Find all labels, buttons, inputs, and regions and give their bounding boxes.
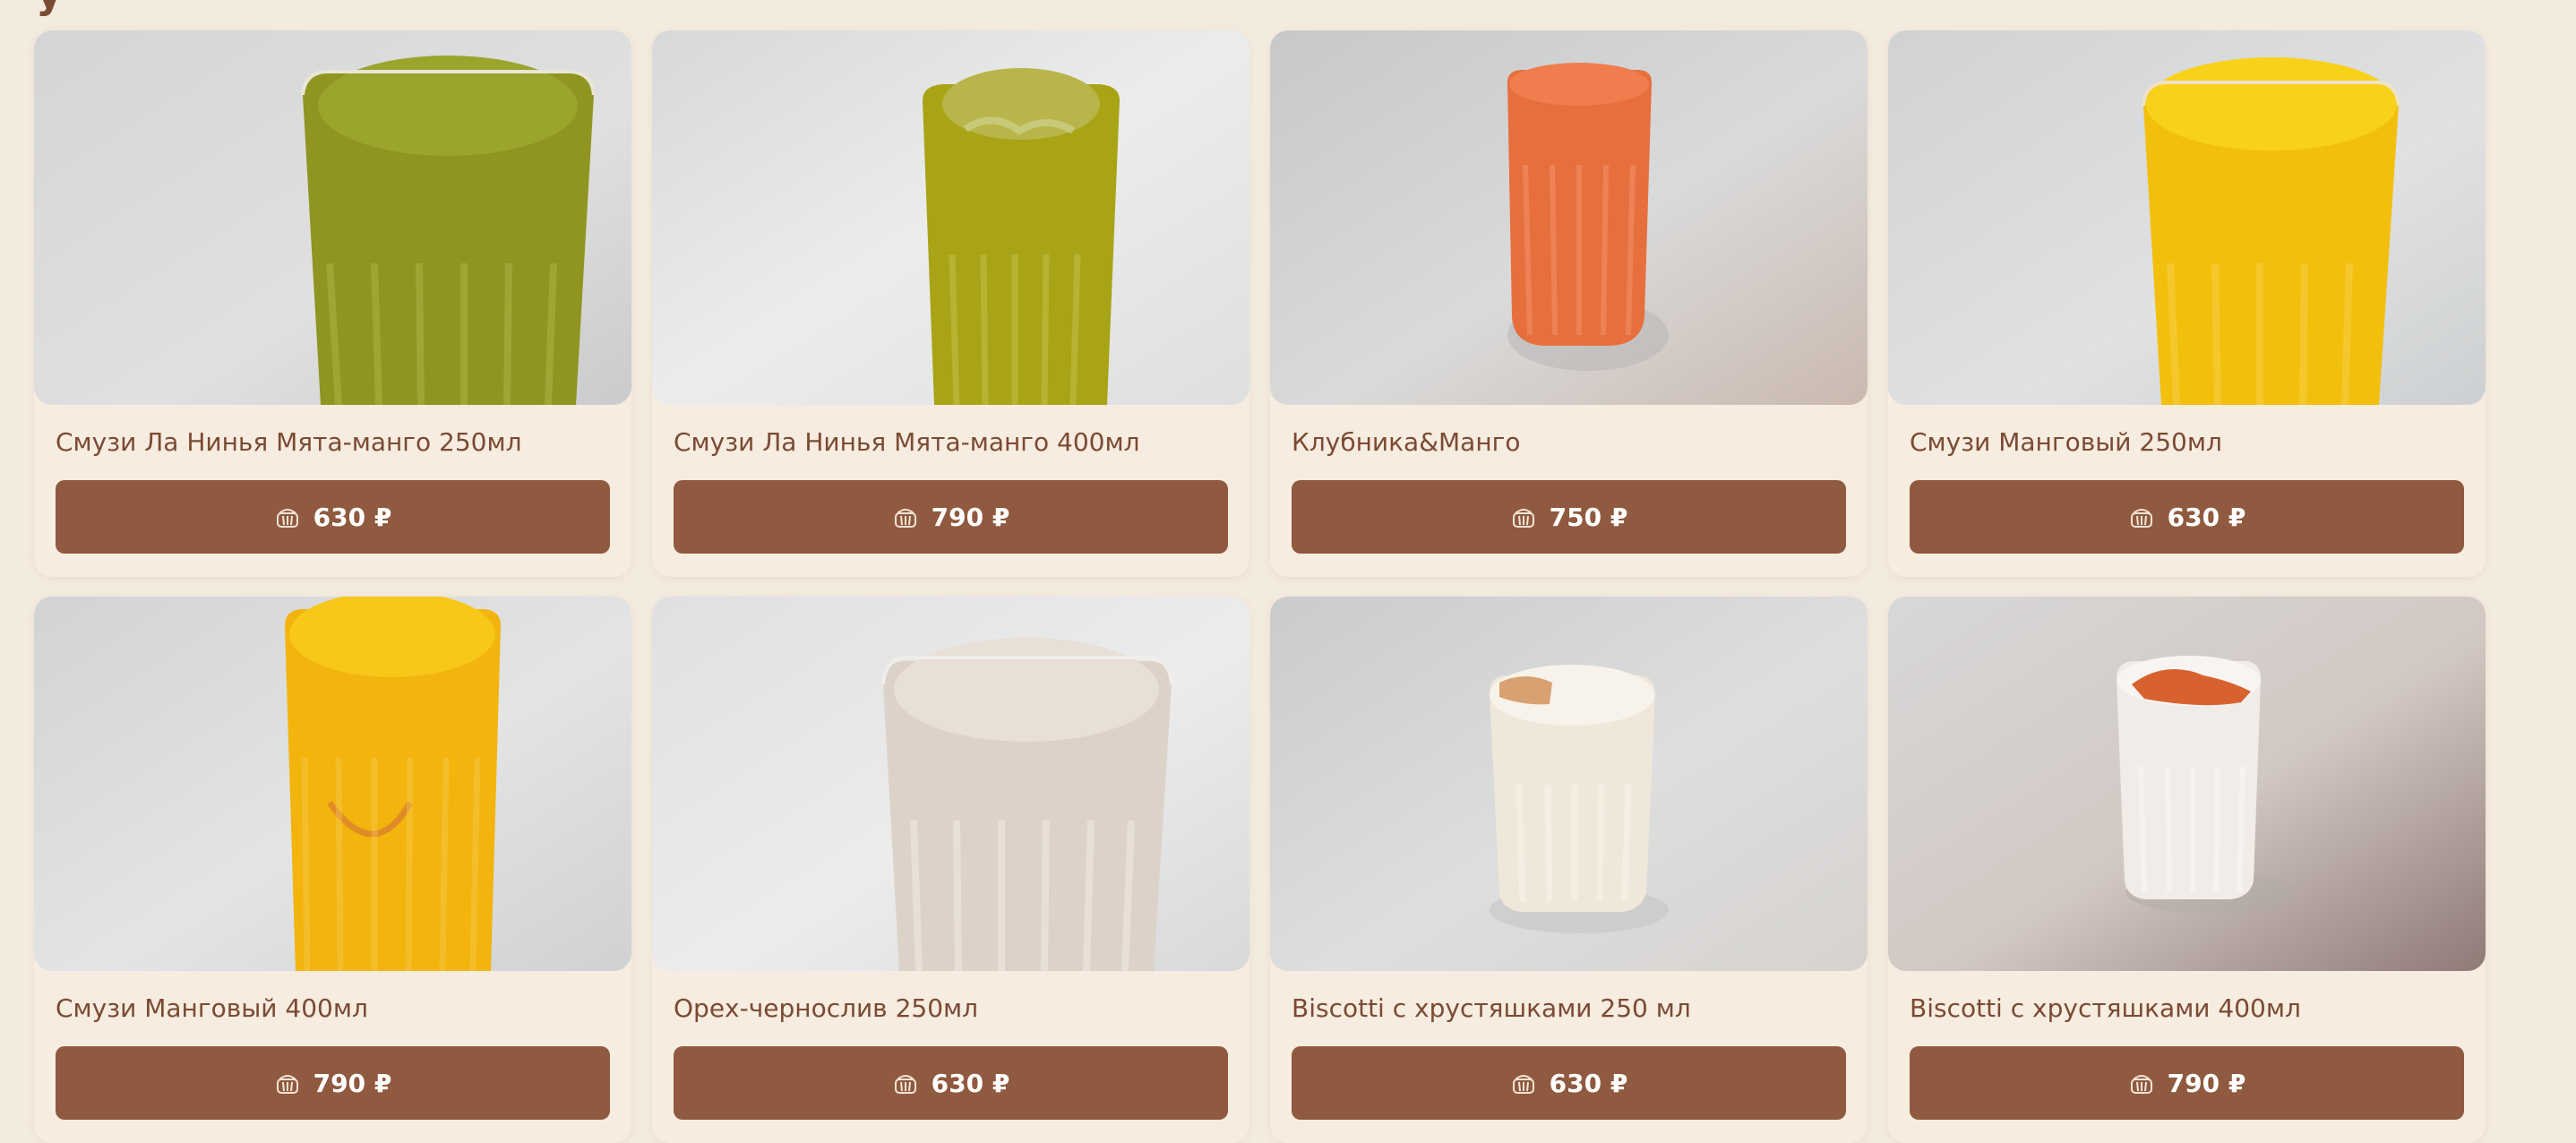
basket-icon bbox=[2128, 1070, 2155, 1096]
product-photo[interactable] bbox=[34, 30, 631, 405]
add-to-cart-button[interactable]: 630 ₽ bbox=[1910, 480, 2464, 554]
product-name[interactable]: Клубника&Манго bbox=[1292, 425, 1521, 460]
add-to-cart-button[interactable]: 750 ₽ bbox=[1292, 480, 1846, 554]
product-card[interactable]: Смузи Манговый 400мл 790 ₽ bbox=[34, 597, 631, 1143]
basket-icon bbox=[2128, 503, 2155, 530]
add-to-cart-button[interactable]: 630 ₽ bbox=[1292, 1046, 1846, 1120]
price-label: 790 ₽ bbox=[2167, 1068, 2246, 1098]
basket-icon bbox=[892, 503, 919, 530]
product-grid: Смузи Ла Нинья Мята-манго 250мл 630 ₽ См… bbox=[34, 30, 2486, 1143]
product-name[interactable]: Смузи Манговый 400мл bbox=[56, 991, 368, 1027]
add-to-cart-button[interactable]: 790 ₽ bbox=[56, 1046, 610, 1120]
basket-icon bbox=[274, 503, 301, 530]
product-card[interactable]: Смузи Ла Нинья Мята-манго 250мл 630 ₽ bbox=[34, 30, 631, 577]
product-card[interactable]: Орех-чернослив 250мл 630 ₽ bbox=[652, 597, 1249, 1143]
smoothie-photo bbox=[652, 597, 1249, 971]
product-card[interactable]: Клубника&Манго 750 ₽ bbox=[1270, 30, 1868, 577]
product-name[interactable]: Смузи Ла Нинья Мята-манго 250мл bbox=[56, 425, 522, 460]
add-to-cart-button[interactable]: 790 ₽ bbox=[674, 480, 1228, 554]
product-card[interactable]: Biscotti с хрустяшками 250 мл 630 ₽ bbox=[1270, 597, 1868, 1143]
price-label: 790 ₽ bbox=[931, 502, 1010, 532]
product-card[interactable]: Смузи Ла Нинья Мята-манго 400мл 790 ₽ bbox=[652, 30, 1249, 577]
smoothie-photo bbox=[34, 597, 631, 971]
section-heading-fragment: y bbox=[36, 0, 63, 13]
basket-icon bbox=[274, 1070, 301, 1096]
product-photo[interactable] bbox=[1270, 30, 1868, 405]
price-label: 750 ₽ bbox=[1549, 502, 1628, 532]
add-to-cart-button[interactable]: 630 ₽ bbox=[674, 1046, 1228, 1120]
product-photo[interactable] bbox=[652, 30, 1249, 405]
product-card[interactable]: Biscotti с хрустяшками 400мл 790 ₽ bbox=[1888, 597, 2486, 1143]
product-name[interactable]: Biscotti с хрустяшками 400мл bbox=[1910, 991, 2301, 1027]
product-name[interactable]: Biscotti с хрустяшками 250 мл bbox=[1292, 991, 1691, 1027]
basket-icon bbox=[1510, 1070, 1537, 1096]
add-to-cart-button[interactable]: 790 ₽ bbox=[1910, 1046, 2464, 1120]
basket-icon bbox=[892, 1070, 919, 1096]
product-photo[interactable] bbox=[1888, 30, 2486, 405]
product-photo[interactable] bbox=[652, 597, 1249, 971]
price-label: 790 ₽ bbox=[313, 1068, 392, 1098]
product-card[interactable]: Смузи Манговый 250мл 630 ₽ bbox=[1888, 30, 2486, 577]
price-label: 630 ₽ bbox=[1549, 1068, 1628, 1098]
smoothie-photo bbox=[1888, 30, 2486, 405]
product-photo[interactable] bbox=[1888, 597, 2486, 971]
product-name[interactable]: Орех-чернослив 250мл bbox=[674, 991, 978, 1027]
price-label: 630 ₽ bbox=[931, 1068, 1010, 1098]
product-photo[interactable] bbox=[34, 597, 631, 971]
smoothie-photo bbox=[1270, 30, 1868, 405]
smoothie-photo bbox=[34, 30, 631, 405]
add-to-cart-button[interactable]: 630 ₽ bbox=[56, 480, 610, 554]
product-name[interactable]: Смузи Манговый 250мл bbox=[1910, 425, 2222, 460]
smoothie-photo bbox=[1270, 597, 1868, 971]
price-label: 630 ₽ bbox=[2167, 502, 2246, 532]
price-label: 630 ₽ bbox=[313, 502, 392, 532]
basket-icon bbox=[1510, 503, 1537, 530]
smoothie-photo bbox=[1888, 597, 2486, 971]
product-name[interactable]: Смузи Ла Нинья Мята-манго 400мл bbox=[674, 425, 1140, 460]
product-photo[interactable] bbox=[1270, 597, 1868, 971]
smoothie-photo bbox=[652, 30, 1249, 405]
